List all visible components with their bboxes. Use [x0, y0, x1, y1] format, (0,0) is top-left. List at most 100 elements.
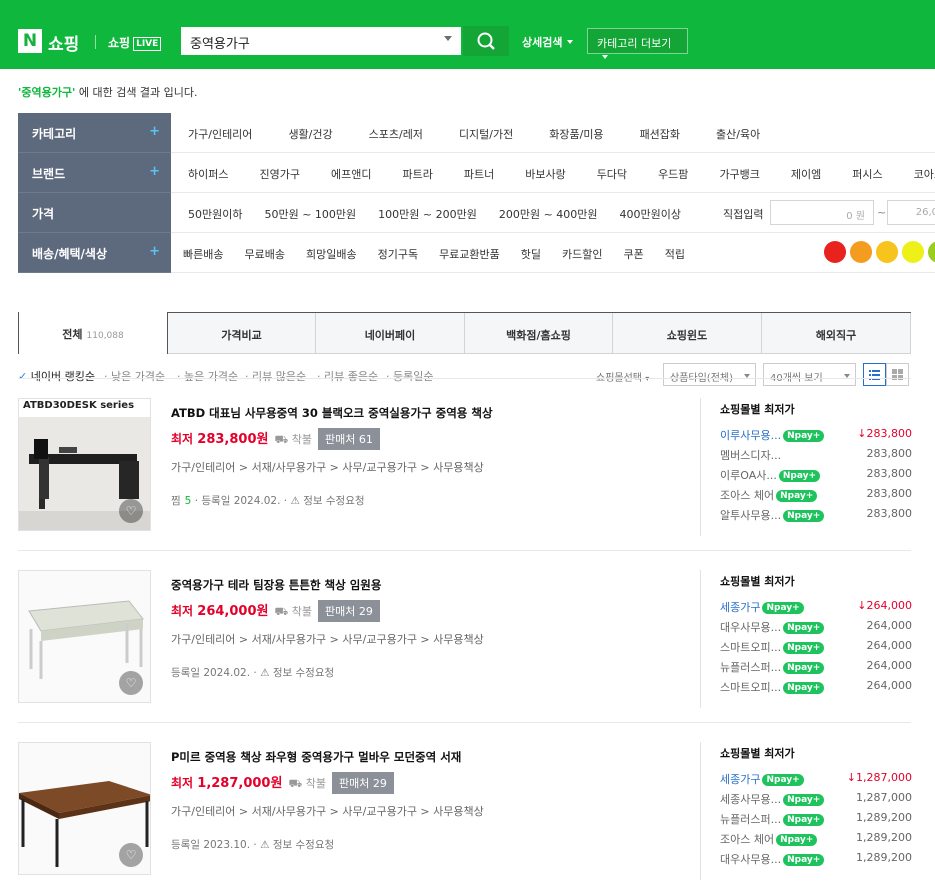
tab-3[interactable]: 네이버페이 [316, 313, 465, 354]
mall-name[interactable]: 뉴플러스퍼... Npay+ [720, 659, 825, 675]
report-link[interactable]: ⚠ 정보 수정요청 [260, 839, 334, 851]
price-min-input[interactable]: 0 원 [770, 200, 874, 225]
mall-name[interactable]: 스마트오피... Npay+ [720, 639, 825, 655]
delivery-item[interactable]: 적립 [665, 246, 685, 262]
filter-label-delivery[interactable]: 배송/혜택/색상 + [18, 233, 171, 273]
heart-icon[interactable]: ♡ [119, 843, 143, 867]
delivery-item[interactable]: 빠른배송 [183, 246, 223, 262]
brand-item[interactable]: 가구뱅크 [719, 166, 759, 182]
tab-4[interactable]: 백화점/홈쇼핑 [465, 313, 613, 354]
product-category[interactable]: 가구/인테리어 > 서재/사무용가구 > 사무/교구용가구 > 사무용책상 [171, 803, 484, 819]
mall-name[interactable]: 조아스 체어 Npay+ [720, 487, 818, 503]
mall-name[interactable]: 멤버스디자... [720, 447, 781, 463]
product-category[interactable]: 가구/인테리어 > 서재/사무용가구 > 사무/교구용가구 > 사무용책상 [171, 459, 484, 475]
min-price[interactable]: 최저 283,800원 [171, 432, 268, 447]
price-range-item[interactable]: 400만원이상 [620, 206, 681, 222]
mall-name[interactable]: 대우사무용... Npay+ [720, 619, 825, 635]
heart-icon[interactable]: ♡ [119, 499, 143, 523]
shopping-logo-text[interactable]: 쇼핑 [48, 30, 79, 55]
min-price[interactable]: 최저 264,000원 [171, 604, 268, 619]
mall-row[interactable]: 알투사무용... Npay+ 283,800 [720, 507, 912, 527]
mall-name[interactable]: 세종가구 Npay+ [720, 771, 804, 787]
product-title[interactable]: ATBD 대표님 사무용중역 30 블랙오크 중역실용가구 중역용 책상 [171, 405, 493, 421]
mall-row[interactable]: 스마트오피... Npay+ 264,000 [720, 639, 912, 659]
mall-name[interactable]: 알투사무용... Npay+ [720, 507, 825, 523]
mall-row[interactable]: 대우사무용... Npay+ 1,289,200 [720, 851, 912, 871]
delivery-item[interactable]: 정기구독 [378, 246, 418, 262]
category-item[interactable]: 디지털/가전 [459, 126, 513, 142]
delivery-item[interactable]: 무료교환반품 [439, 246, 500, 262]
mall-row[interactable]: 스마트오피... Npay+ 264,000 [720, 679, 912, 699]
tab-1[interactable]: 전체 110,088 [18, 312, 168, 354]
shopping-live-link[interactable]: 쇼핑 LIVE [108, 34, 162, 51]
mall-name[interactable]: 이루OA사... Npay+ [720, 467, 821, 483]
color-swatch[interactable] [928, 241, 935, 263]
mall-row[interactable]: 멤버스디자... 283,800 [720, 447, 912, 467]
category-item[interactable]: 가구/인테리어 [188, 126, 252, 142]
mall-name[interactable]: 세종가구 Npay+ [720, 599, 804, 615]
mall-name[interactable]: 스마트오피... Npay+ [720, 679, 825, 695]
mall-row[interactable]: 뉴플러스퍼... Npay+ 264,000 [720, 659, 912, 679]
filter-label-brand[interactable]: 브랜드 + [18, 153, 171, 193]
brand-item[interactable]: 제이엠 [791, 166, 821, 182]
brand-item[interactable]: 에프앤디 [331, 166, 371, 182]
category-item[interactable]: 출산/육아 [716, 126, 760, 142]
product-thumbnail[interactable]: ♡ [18, 742, 151, 875]
heart-icon[interactable]: ♡ [119, 671, 143, 695]
report-link[interactable]: ⚠ 정보 수정요청 [290, 495, 364, 507]
delivery-item[interactable]: 핫딜 [521, 246, 541, 262]
sellers-button[interactable]: 판매처 61 [318, 428, 380, 450]
brand-item[interactable]: 퍼시스 [852, 166, 882, 182]
sellers-button[interactable]: 판매처 29 [318, 600, 380, 622]
mall-name[interactable]: 이루사무용... Npay+ [720, 427, 825, 443]
color-swatch[interactable] [876, 241, 898, 263]
filter-label-category[interactable]: 카테고리 + [18, 113, 171, 153]
brand-item[interactable]: 바보사랑 [525, 166, 565, 182]
min-price[interactable]: 최저 1,287,000원 [171, 776, 282, 791]
delivery-item[interactable]: 카드할인 [562, 246, 602, 262]
color-swatch[interactable] [850, 241, 872, 263]
brand-item[interactable]: 우드팜 [658, 166, 688, 182]
naver-logo[interactable]: N [18, 29, 42, 53]
brand-item[interactable]: 파트라 [402, 166, 432, 182]
mall-row[interactable]: 이루사무용... Npay+ ↓283,800 [720, 427, 912, 447]
search-dropdown-icon[interactable] [444, 36, 452, 41]
brand-item[interactable]: 하이퍼스 [188, 166, 228, 182]
category-item[interactable]: 생활/건강 [288, 126, 332, 142]
report-link[interactable]: ⚠ 정보 수정요청 [260, 667, 334, 679]
detail-search-button[interactable]: 상세검색 [522, 34, 574, 50]
product-title[interactable]: P미르 중역용 책상 좌우형 중역용가구 멀바우 모던중역 서재 [171, 749, 461, 765]
product-thumbnail[interactable]: ATBD30DESK series ♡ [18, 398, 151, 531]
mall-row[interactable]: 이루OA사... Npay+ 283,800 [720, 467, 912, 487]
price-range-item[interactable]: 200만원 ~ 400만원 [499, 206, 598, 222]
brand-item[interactable]: 진영가구 [259, 166, 299, 182]
search-input[interactable]: 중역용가구 [180, 26, 462, 56]
price-range-item[interactable]: 100만원 ~ 200만원 [378, 206, 477, 222]
mall-row[interactable]: 조아스 체어 Npay+ 283,800 [720, 487, 912, 507]
mall-name[interactable]: 대우사무용... Npay+ [720, 851, 825, 867]
price-max-input[interactable]: 26,0 [887, 200, 935, 225]
product-title[interactable]: 중역용가구 테라 팀장용 튼튼한 책상 임원용 [171, 577, 381, 593]
brand-item[interactable]: 파트너 [464, 166, 494, 182]
delivery-item[interactable]: 희망일배송 [306, 246, 357, 262]
tab-6[interactable]: 해외직구 [762, 313, 911, 354]
sellers-button[interactable]: 판매처 29 [332, 772, 394, 794]
delivery-item[interactable]: 무료배송 [244, 246, 284, 262]
product-category[interactable]: 가구/인테리어 > 서재/사무용가구 > 사무/교구용가구 > 사무용책상 [171, 631, 484, 647]
brand-item[interactable]: 코아스 [914, 166, 935, 182]
price-range-item[interactable]: 50만원 ~ 100만원 [264, 206, 356, 222]
category-more-button[interactable]: 카테고리 더보기 [587, 28, 688, 59]
mall-row[interactable]: 세종가구 Npay+ ↓264,000 [720, 599, 912, 619]
delivery-item[interactable]: 쿠폰 [624, 246, 644, 262]
tab-2[interactable]: 가격비교 [168, 313, 316, 354]
product-thumbnail[interactable]: ♡ [18, 570, 151, 703]
mall-name[interactable]: 세종사무용... Npay+ [720, 791, 825, 807]
mall-row[interactable]: 세종사무용... Npay+ 1,287,000 [720, 791, 912, 811]
category-item[interactable]: 화장품/미용 [549, 126, 603, 142]
brand-item[interactable]: 두다닥 [597, 166, 627, 182]
category-item[interactable]: 스포츠/레저 [369, 126, 423, 142]
mall-row[interactable]: 대우사무용... Npay+ 264,000 [720, 619, 912, 639]
mall-row[interactable]: 뉴플러스퍼... Npay+ 1,289,200 [720, 811, 912, 831]
mall-row[interactable]: 세종가구 Npay+ ↓1,287,000 [720, 771, 912, 791]
mall-name[interactable]: 뉴플러스퍼... Npay+ [720, 811, 825, 827]
